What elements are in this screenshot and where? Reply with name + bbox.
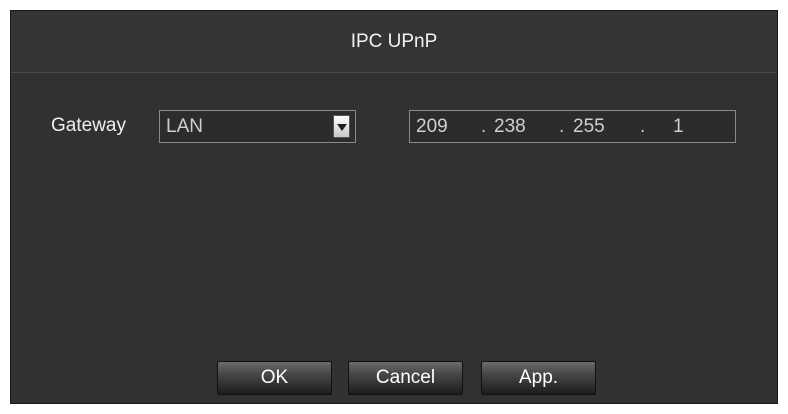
gateway-select[interactable]: LAN <box>159 110 356 143</box>
ip-separator: . <box>481 116 487 137</box>
dialog-title: IPC UPnP <box>350 30 438 52</box>
gateway-label: Gateway <box>51 115 126 136</box>
ip-octet-1[interactable]: 209 <box>416 116 448 138</box>
apply-button[interactable]: App. <box>481 361 596 395</box>
ip-octet-3[interactable]: 255 <box>573 116 605 138</box>
dialog-title-bar: IPC UPnP <box>11 11 777 73</box>
ip-octet-4[interactable]: 1 <box>673 116 684 138</box>
ip-separator: . <box>559 116 565 137</box>
gateway-select-value: LAN <box>166 116 203 137</box>
ok-button[interactable]: OK <box>217 361 332 395</box>
ip-separator: . <box>640 116 646 137</box>
ip-octet-2[interactable]: 238 <box>494 116 526 138</box>
cancel-button[interactable]: Cancel <box>348 361 463 395</box>
gateway-ip-field[interactable]: 209 . 238 . 255 . 1 <box>409 110 736 143</box>
dropdown-arrow-icon[interactable] <box>333 115 350 138</box>
ipc-upnp-dialog: IPC UPnP Gateway LAN 209 . 238 . 255 . 1… <box>10 10 778 404</box>
